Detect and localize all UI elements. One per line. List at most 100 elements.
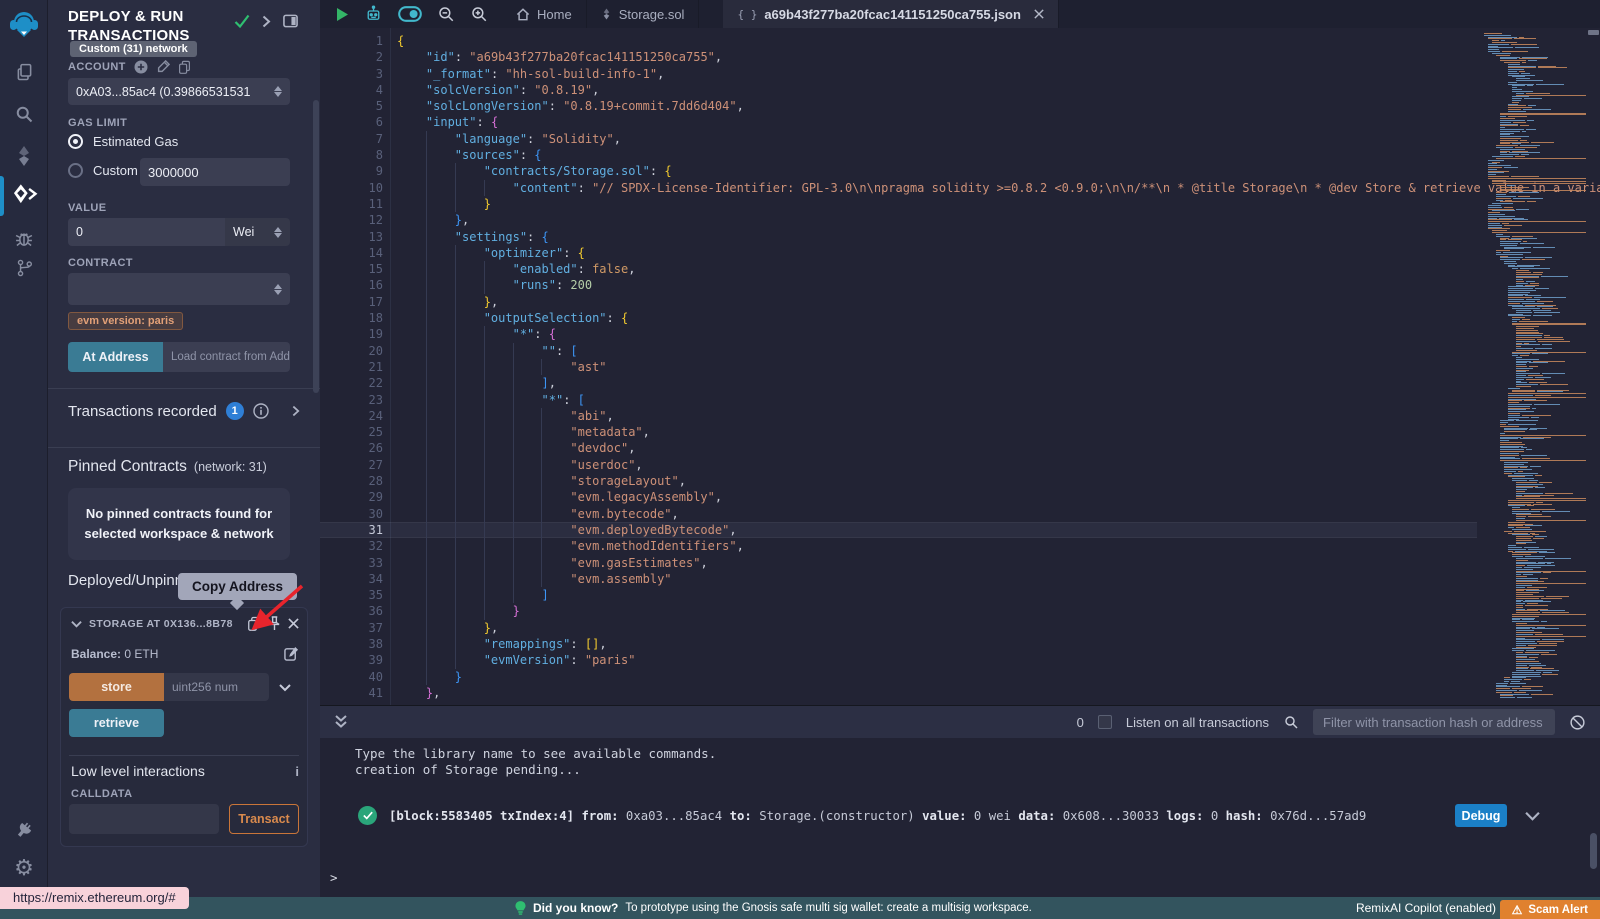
code-line[interactable]: 9 "contracts/Storage.sol": { (320, 163, 1477, 179)
account-select[interactable]: 0xA03...85ac4 (0.39866531531 (68, 78, 290, 105)
store-button[interactable]: store (69, 673, 164, 701)
code-line[interactable]: 13 "settings": { (320, 229, 1477, 245)
clear-console-icon[interactable] (1569, 714, 1586, 731)
code-line[interactable]: 37 }, (320, 620, 1477, 636)
tab-json-active[interactable]: { } a69b43f277ba20fcac141151250ca755.jso… (723, 0, 1058, 28)
code-line[interactable]: 28 "storageLayout", (320, 473, 1477, 489)
copy-account-icon[interactable] (178, 60, 191, 74)
plugin-manager-icon[interactable] (0, 812, 48, 848)
calldata-input[interactable] (69, 804, 219, 834)
code-line[interactable]: 21 "ast" (320, 359, 1477, 375)
code-line[interactable]: 12 }, (320, 212, 1477, 228)
pin-panel-icon[interactable] (283, 14, 298, 28)
terminal-filter-input[interactable] (1313, 709, 1555, 735)
code-line[interactable]: 33 "evm.gasEstimates", (320, 555, 1477, 571)
code-line[interactable]: 27 "userdoc", (320, 457, 1477, 473)
gas-custom-radio[interactable] (68, 163, 83, 178)
code-line[interactable]: 14 "optimizer": { (320, 245, 1477, 261)
code-line[interactable]: 29 "evm.legacyAssembly", (320, 489, 1477, 505)
copy-address-icon[interactable] (247, 616, 261, 631)
code-line[interactable]: 1{ (320, 33, 1477, 49)
gas-custom-input[interactable]: 3000000 (140, 158, 290, 186)
expand-transactions-icon[interactable] (292, 405, 300, 417)
gas-custom-option[interactable]: Custom (68, 163, 138, 178)
transact-button[interactable]: Transact (229, 804, 299, 834)
code-line[interactable]: 10 "content": "// SPDX-License-Identifie… (320, 180, 1477, 196)
tab-home[interactable]: Home (502, 0, 587, 28)
copilot-status[interactable]: RemixAI Copilot (enabled) (1356, 897, 1496, 919)
retrieve-button[interactable]: retrieve (69, 709, 164, 737)
run-script-icon[interactable] (336, 7, 349, 22)
scam-alert-button[interactable]: ⚠ Scam Alert (1500, 900, 1600, 919)
gas-estimated-option[interactable]: Estimated Gas (68, 134, 178, 149)
close-tab-icon[interactable] (1034, 9, 1044, 19)
remix-logo-icon[interactable] (0, 6, 48, 42)
code-line[interactable]: 4 "solcVersion": "0.8.19", (320, 82, 1477, 98)
workspace-files-icon[interactable] (0, 54, 48, 90)
minimap[interactable] (1477, 33, 1590, 700)
git-branch-icon[interactable] (0, 250, 48, 286)
zoom-out-icon[interactable] (437, 5, 455, 23)
code-line[interactable]: 8 "sources": { (320, 147, 1477, 163)
edit-account-icon[interactable] (156, 60, 170, 74)
pin-instance-icon[interactable] (268, 616, 281, 631)
code-area[interactable]: 1{2 "id": "a69b43f277ba20fcac141151250ca… (320, 28, 1600, 705)
code-line[interactable]: 40 } (320, 669, 1477, 685)
debug-button[interactable]: Debug (1455, 804, 1507, 827)
solidity-compiler-icon[interactable] (0, 138, 48, 174)
code-line[interactable]: 20 "": [ (320, 343, 1477, 359)
copilot-toggle-icon[interactable] (398, 6, 422, 22)
code-line[interactable]: 19 "*": { (320, 326, 1477, 342)
collapse-instance-icon[interactable] (71, 620, 82, 628)
lowlevel-info-icon[interactable]: i (295, 764, 299, 779)
close-instance-icon[interactable] (288, 618, 299, 629)
code-line[interactable]: 2 "id": "a69b43f277ba20fcac141151250ca75… (320, 49, 1477, 65)
ai-assistant-robot-icon[interactable] (364, 5, 383, 23)
tab-storage-sol[interactable]: Storage.sol (587, 0, 700, 28)
chevron-right-icon[interactable] (262, 15, 271, 28)
add-account-icon[interactable] (134, 60, 148, 74)
account-stepper[interactable] (274, 86, 282, 97)
code-line[interactable]: 22 ], (320, 375, 1477, 391)
listen-all-checkbox[interactable] (1098, 715, 1112, 729)
settings-gear-icon[interactable]: ⚙ (0, 850, 48, 886)
code-line[interactable]: 30 "evm.bytecode", (320, 506, 1477, 522)
transaction-log-row[interactable]: [block:5583405 txIndex:4] from: 0xa03...… (320, 804, 1600, 827)
panel-scrollbar[interactable] (313, 100, 319, 393)
collapse-terminal-icon[interactable] (334, 714, 348, 730)
terminal-scrollbar-thumb[interactable] (1590, 833, 1597, 869)
code-line[interactable]: 26 "devdoc", (320, 440, 1477, 456)
code-line[interactable]: 38 "remappings": [], (320, 636, 1477, 652)
code-line[interactable]: 31 "evm.deployedBytecode", (320, 522, 1477, 538)
load-contract-input[interactable]: Load contract from Address (163, 342, 290, 372)
code-line[interactable]: 24 "abi", (320, 408, 1477, 424)
code-line[interactable]: 41 }, (320, 685, 1477, 701)
value-input[interactable]: 0 (68, 218, 225, 246)
gas-estimated-radio[interactable] (68, 134, 83, 149)
code-line[interactable]: 39 "evmVersion": "paris" (320, 652, 1477, 668)
transactions-recorded-row[interactable]: Transactions recorded 1 (68, 402, 300, 420)
value-unit-select[interactable]: Wei (225, 218, 290, 246)
code-line[interactable]: 34 "evm.assembly" (320, 571, 1477, 587)
deploy-run-icon[interactable] (0, 176, 48, 212)
editor-scrollbar-thumb[interactable] (1588, 30, 1599, 35)
terminal-body[interactable]: Type the library name to see available c… (320, 738, 1600, 897)
search-icon[interactable] (0, 96, 48, 132)
zoom-in-icon[interactable] (470, 5, 488, 23)
code-line[interactable]: 6 "input": { (320, 114, 1477, 130)
at-address-button[interactable]: At Address (68, 342, 163, 372)
expand-store-icon[interactable] (279, 683, 291, 692)
code-line[interactable]: 36 } (320, 603, 1477, 619)
store-arg-input[interactable] (164, 673, 269, 701)
code-line[interactable]: 25 "metadata", (320, 424, 1477, 440)
code-line[interactable]: 18 "outputSelection": { (320, 310, 1477, 326)
code-line[interactable]: 35 ] (320, 587, 1477, 603)
code-line[interactable]: 32 "evm.methodIdentifiers", (320, 538, 1477, 554)
info-icon[interactable] (253, 403, 269, 419)
code-line[interactable]: 15 "enabled": false, (320, 261, 1477, 277)
code-line[interactable]: 17 }, (320, 294, 1477, 310)
code-line[interactable]: 11 } (320, 196, 1477, 212)
terminal-prompt[interactable]: > (330, 870, 338, 885)
code-line[interactable]: 23 "*": [ (320, 392, 1477, 408)
code-line[interactable]: 5 "solcLongVersion": "0.8.19+commit.7dd6… (320, 98, 1477, 114)
